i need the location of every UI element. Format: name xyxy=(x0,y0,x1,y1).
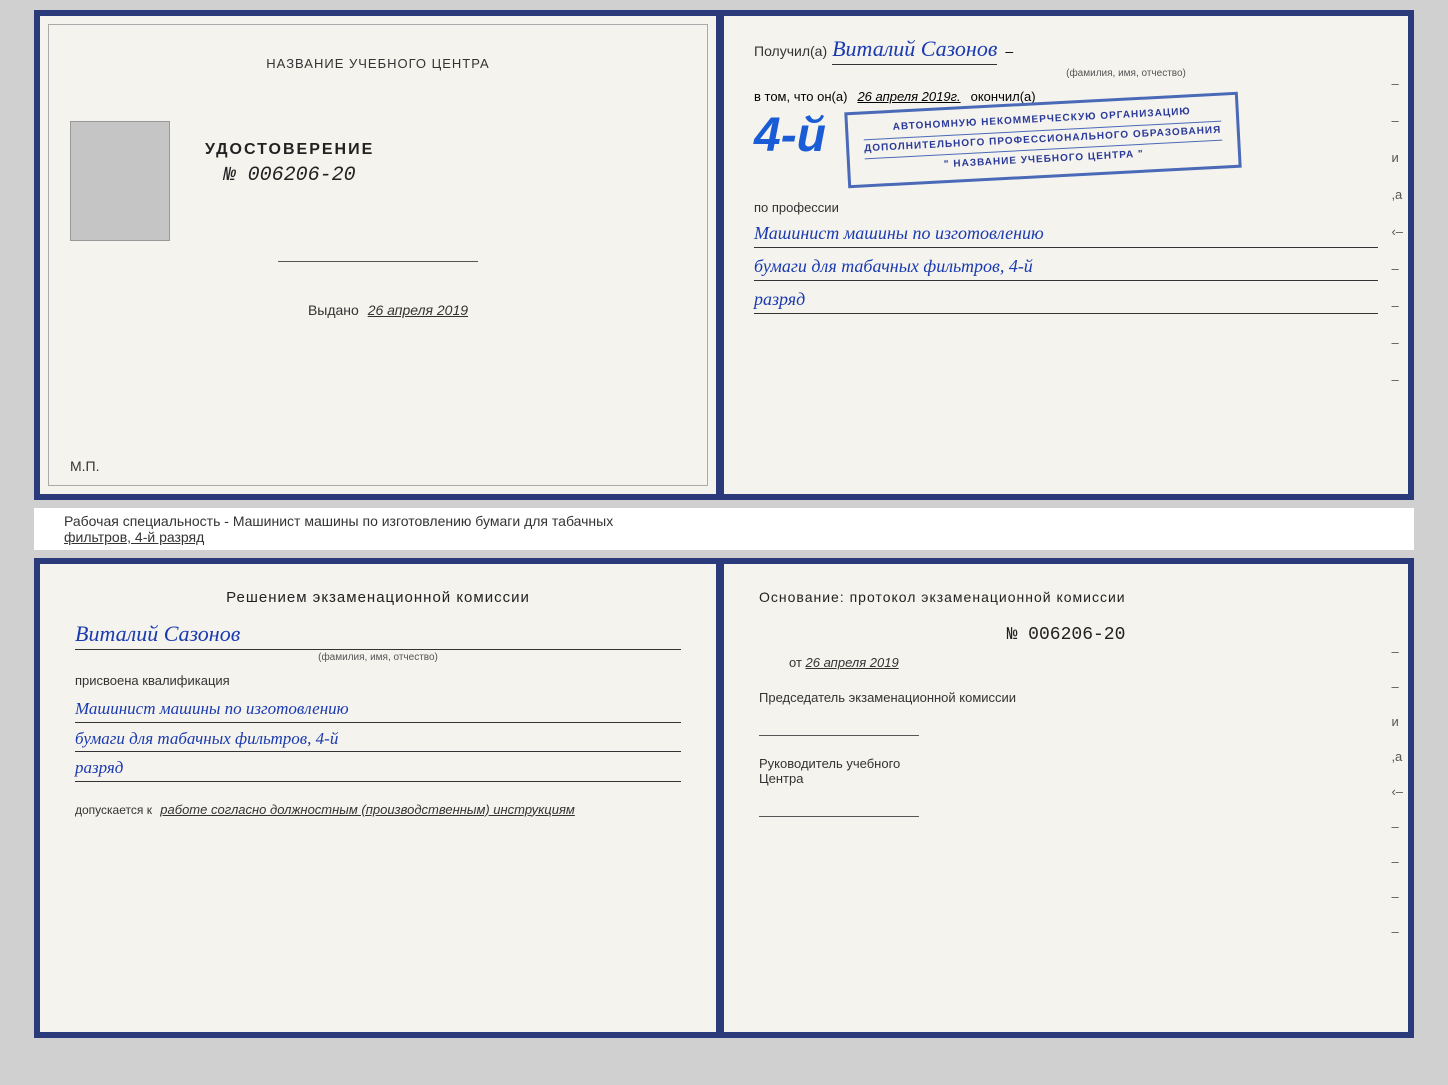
cert-title-block: УДОСТОВЕРЕНИЕ № 006206-20 xyxy=(205,141,374,241)
issued-line: Выдано 26 апреля 2019 xyxy=(288,302,468,318)
from-date-val: 26 апреля 2019 xyxy=(806,655,899,670)
profession-line3: разряд xyxy=(754,286,1378,314)
allowed-label: допускается к работе согласно должностны… xyxy=(75,802,681,817)
protocol-number: № 006206-20 xyxy=(759,625,1373,645)
issued-label: Выдано xyxy=(308,302,359,318)
chair-signature-line xyxy=(759,735,919,736)
left-page: НАЗВАНИЕ УЧЕБНОГО ЦЕНТРА УДОСТОВЕРЕНИЕ №… xyxy=(40,16,724,494)
bottom-text-underlined: фильтров, 4-й разряд xyxy=(64,529,204,545)
content-date: 26 апреля 2019г. xyxy=(857,89,960,104)
name-sub-bottom: (фамилия, имя, отчество) xyxy=(75,652,681,663)
allowed-italic: работе согласно должностным (производств… xyxy=(160,802,575,817)
allowed-prefix: допускается к xyxy=(75,803,152,817)
dash-top: – xyxy=(1005,43,1013,59)
bottom-text-normal: Рабочая специальность - Машинист машины … xyxy=(64,513,613,529)
chair-title: Председатель экзаменационной комиссии xyxy=(759,690,1373,705)
basis-title: Основание: протокол экзаменационной коми… xyxy=(759,589,1373,605)
from-label: от xyxy=(789,655,802,670)
head-title1: Руководитель учебного xyxy=(759,756,1373,771)
profession-label: по профессии xyxy=(754,200,1378,215)
bottom-certificate-document: Решением экзаменационной комиссии Витали… xyxy=(34,558,1414,1038)
right-page: Получил(а) Виталий Сазонов – (фамилия, и… xyxy=(724,16,1408,494)
finished-label: окончил(а) xyxy=(971,89,1036,104)
num-big: 4-й xyxy=(754,112,826,160)
stamp-block: АВТОНОМНУЮ НЕКОММЕРЧЕСКУЮ ОРГАНИЗАЦИЮ ДО… xyxy=(844,92,1241,188)
cert-title: УДОСТОВЕРЕНИЕ xyxy=(205,141,374,159)
head-signature-line xyxy=(759,816,919,817)
head-title2: Центра xyxy=(759,771,1373,786)
head-titles: Руководитель учебного Центра xyxy=(759,756,1373,786)
org-name-top: НАЗВАНИЕ УЧЕБНОГО ЦЕНТРА xyxy=(266,56,489,71)
photo-placeholder xyxy=(70,121,170,241)
from-date: от 26 апреля 2019 xyxy=(759,655,1373,670)
bottom-right-page: Основание: протокол экзаменационной коми… xyxy=(724,564,1408,1032)
received-prefix: Получил(а) xyxy=(754,43,827,59)
commission-title: Решением экзаменационной комиссии xyxy=(75,589,681,606)
cert-number: № 006206-20 xyxy=(205,164,374,187)
bottom-left-page: Решением экзаменационной комиссии Витали… xyxy=(40,564,724,1032)
profession-line1: Машинист машины по изготовлению xyxy=(754,220,1378,248)
mp-label: М.П. xyxy=(70,458,100,474)
received-name: Виталий Сазонов xyxy=(832,36,997,65)
page-container: НАЗВАНИЕ УЧЕБНОГО ЦЕНТРА УДОСТОВЕРЕНИЕ №… xyxy=(0,0,1448,1085)
top-certificate-document: НАЗВАНИЕ УЧЕБНОГО ЦЕНТРА УДОСТОВЕРЕНИЕ №… xyxy=(34,10,1414,500)
qual-line3: разряд xyxy=(75,755,681,782)
assigned-label: присвоена квалификация xyxy=(75,673,681,688)
bottom-text-bar: Рабочая специальность - Машинист машины … xyxy=(34,508,1414,550)
content-prefix: в том, что он(а) xyxy=(754,89,847,104)
qual-line2: бумаги для табачных фильтров, 4-й xyxy=(75,726,681,753)
bottom-right-side-dashes: ––и,а‹––––– xyxy=(1391,644,1403,939)
right-side-dashes: ––и,а‹––––– xyxy=(1391,76,1403,387)
received-name-sub: (фамилия, имя, отчество) xyxy=(874,68,1378,79)
issued-date: 26 апреля 2019 xyxy=(368,302,468,318)
qual-line1: Машинист машины по изготовлению xyxy=(75,696,681,723)
person-name: Виталий Сазонов xyxy=(75,621,681,650)
profession-line2: бумаги для табачных фильтров, 4-й xyxy=(754,253,1378,281)
